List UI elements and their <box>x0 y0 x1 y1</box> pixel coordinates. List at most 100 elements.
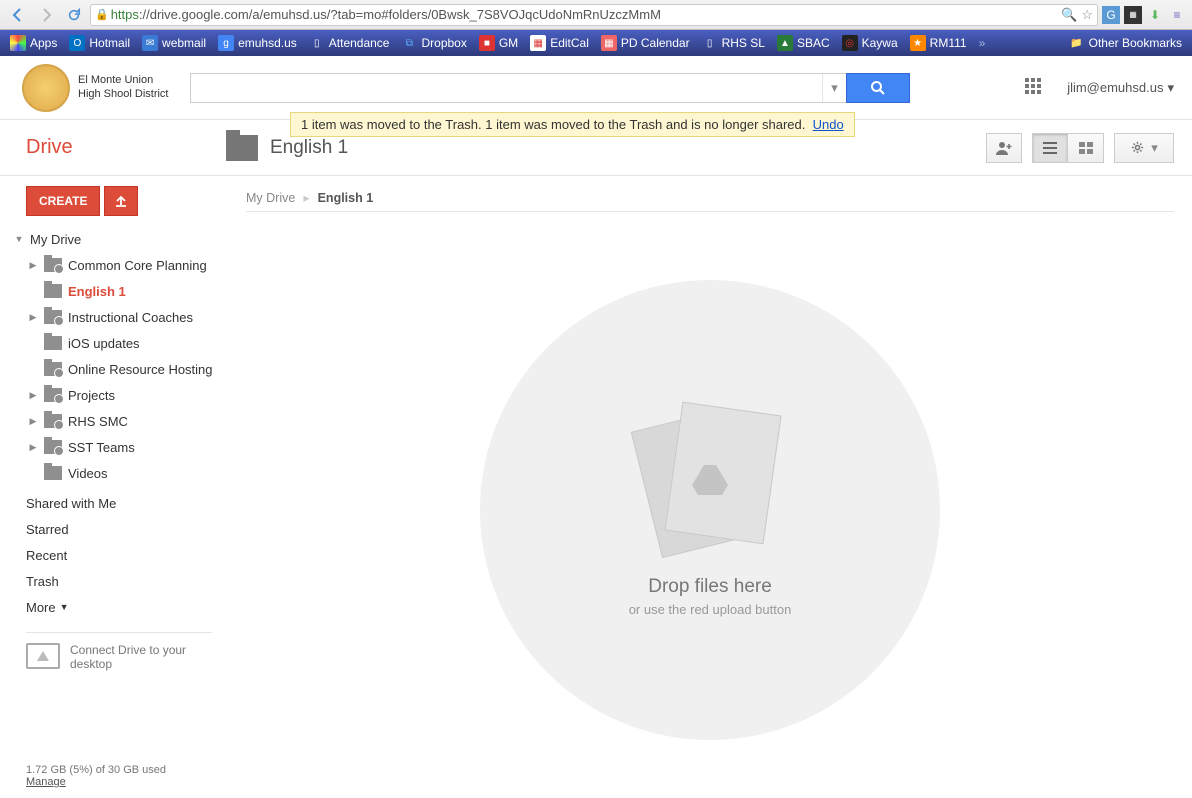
tree-folder[interactable]: ▶Common Core Planning <box>28 252 226 278</box>
url-protocol: https <box>111 7 139 22</box>
shared-folder-icon <box>44 258 62 272</box>
chevron-down-icon: ▼ <box>60 602 69 612</box>
tree-folder[interactable]: ▶ Instructional Coaches <box>28 304 226 330</box>
search-input[interactable]: ▾ <box>190 73 846 103</box>
bookmark-item[interactable]: ▲SBAC <box>773 34 834 52</box>
other-bookmarks[interactable]: 📁Other Bookmarks <box>1065 34 1186 52</box>
dropbox-icon: ⧉ <box>401 35 417 51</box>
gm-icon: ■ <box>479 35 495 51</box>
tree-folder[interactable]: ▶RHS SMC <box>28 408 226 434</box>
qr-icon[interactable]: ▦ <box>1124 6 1142 24</box>
expand-arrow-icon[interactable]: ▶ <box>28 312 38 323</box>
folder-icon <box>44 466 62 480</box>
shared-folder-icon <box>44 362 62 376</box>
download-icon[interactable]: ⬇ <box>1146 6 1164 24</box>
tree-folder[interactable]: Online Resource Hosting <box>28 356 226 382</box>
folder-icon <box>44 336 62 350</box>
sidebar: CREATE ▼ My Drive ▶Common Core Planning E… <box>0 176 226 798</box>
folder-icon <box>226 135 258 161</box>
shared-folder-icon <box>44 388 62 402</box>
folder-name: English 1 <box>270 137 348 159</box>
drop-zone[interactable]: Drop files here or use the red upload bu… <box>246 222 1174 798</box>
nav-trash[interactable]: Trash <box>26 568 226 594</box>
folder-tree: ▼ My Drive ▶Common Core Planning English … <box>0 226 226 486</box>
bookmark-item[interactable]: ✉webmail <box>138 34 210 52</box>
bookmark-item[interactable]: ▦PD Calendar <box>597 34 694 52</box>
lock-icon: 🔒 <box>95 8 109 21</box>
org-logo[interactable]: El Monte Union High Shool District <box>0 56 190 120</box>
nav-shared[interactable]: Shared with Me <box>26 490 226 516</box>
search-button[interactable] <box>846 73 910 103</box>
upload-button[interactable] <box>104 186 138 216</box>
logo-seal-icon <box>22 64 70 112</box>
bookmark-item[interactable]: OHotmail <box>65 34 134 52</box>
expand-arrow-icon[interactable]: ▶ <box>28 260 38 271</box>
bookmark-item[interactable]: ▯Attendance <box>305 34 394 52</box>
expand-arrow-icon[interactable]: ▼ <box>14 234 24 244</box>
nav-starred[interactable]: Starred <box>26 516 226 542</box>
bookmark-overflow[interactable]: » <box>975 35 990 51</box>
grid-icon <box>1079 142 1093 154</box>
cal-icon: ▦ <box>530 35 546 51</box>
search-icon <box>870 80 886 96</box>
tree-folder[interactable]: Videos <box>28 460 226 486</box>
search-dropdown[interactable]: ▾ <box>822 74 846 102</box>
outlook-icon: O <box>69 35 85 51</box>
tree-label: Projects <box>68 388 115 403</box>
bookmark-item[interactable]: ★RM111 <box>906 34 971 52</box>
expand-arrow-icon[interactable]: ▶ <box>28 390 38 401</box>
tree-label: English 1 <box>68 284 126 299</box>
tree-label: Instructional Coaches <box>68 310 193 325</box>
menu-icon[interactable]: ≡ <box>1168 6 1186 24</box>
bookmark-item[interactable]: ◎Kaywa <box>838 34 902 52</box>
drive-logo[interactable]: Drive <box>0 136 226 159</box>
tree-folder[interactable]: English 1 <box>28 278 226 304</box>
nav-recent[interactable]: Recent <box>26 542 226 568</box>
expand-arrow-icon[interactable]: ▶ <box>28 442 38 453</box>
share-button[interactable] <box>986 133 1022 163</box>
main-content: My Drive ▸ English 1 Drop files here or … <box>226 176 1192 798</box>
forward-button[interactable] <box>34 4 58 26</box>
reload-button[interactable] <box>62 4 86 26</box>
back-button[interactable] <box>6 4 30 26</box>
create-button[interactable]: CREATE <box>26 186 100 216</box>
view-toggle <box>1032 133 1104 163</box>
grid-view-button[interactable] <box>1068 133 1104 163</box>
undo-link[interactable]: Undo <box>813 117 844 132</box>
tree-folder[interactable]: ▶ Projects <box>28 382 226 408</box>
bookmark-item[interactable]: ▯RHS SL <box>698 34 769 52</box>
account-menu[interactable]: jlim@emuhsd.us ▾ <box>1067 80 1174 96</box>
shared-folder-icon <box>44 440 62 454</box>
tree-root[interactable]: ▼ My Drive <box>14 226 226 252</box>
divider <box>246 211 1174 212</box>
apps-launcher[interactable] <box>1025 78 1045 98</box>
bookmark-item[interactable]: ▦EditCal <box>526 34 593 52</box>
extension-icon[interactable]: G <box>1102 6 1120 24</box>
tree-folder[interactable]: iOS updates <box>28 330 226 356</box>
tree-label: Videos <box>68 466 108 481</box>
manage-link[interactable]: Manage <box>26 776 66 788</box>
tree-folder[interactable]: ▶ SST Teams <box>28 434 226 460</box>
tree-label: SST Teams <box>68 440 135 455</box>
bookmark-item[interactable]: gemuhsd.us <box>214 34 301 52</box>
current-folder: English 1 <box>226 135 348 161</box>
connect-desktop[interactable]: Connect Drive to your desktop <box>26 632 212 671</box>
settings-button[interactable]: ▾ <box>1114 133 1174 163</box>
breadcrumb-current: English 1 <box>318 191 374 205</box>
breadcrumb: My Drive ▸ English 1 <box>246 190 1174 211</box>
nav-more[interactable]: More ▼ <box>26 594 226 620</box>
empty-state: Drop files here or use the red upload bu… <box>480 280 940 740</box>
breadcrumb-root[interactable]: My Drive <box>246 191 295 205</box>
org-name: El Monte Union High Shool District <box>78 74 168 100</box>
google-icon: g <box>218 35 234 51</box>
bookmark-item[interactable]: ■GM <box>475 34 522 52</box>
bookmark-apps[interactable]: Apps <box>6 34 61 52</box>
shared-folder-icon <box>44 310 62 324</box>
url-path: ://drive.google.com/a/emuhsd.us/?tab=mo#… <box>139 7 661 22</box>
zoom-icon[interactable]: 🔍 <box>1061 7 1077 23</box>
bookmark-item[interactable]: ⧉Dropbox <box>397 34 470 52</box>
address-bar[interactable]: 🔒 https ://drive.google.com/a/emuhsd.us/… <box>90 4 1098 26</box>
star-icon[interactable]: ☆ <box>1081 7 1093 23</box>
list-view-button[interactable] <box>1032 133 1068 163</box>
expand-arrow-icon[interactable]: ▶ <box>28 416 38 427</box>
